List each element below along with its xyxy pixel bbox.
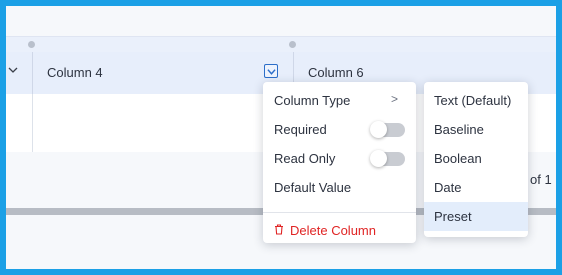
pagination-text: of 1	[530, 172, 552, 187]
submenu-item-text[interactable]: Text (Default)	[424, 86, 528, 115]
required-toggle[interactable]	[370, 121, 405, 138]
column-type-submenu: Text (Default) Baseline Boolean Date Pre…	[424, 82, 528, 237]
column-options-button[interactable]	[264, 64, 278, 78]
table-view: Column 4 Column 6 of 1 Column Type > Req…	[6, 6, 556, 269]
column-drag-handle[interactable]	[28, 41, 35, 48]
column-divider	[32, 94, 33, 152]
menu-item-delete-column[interactable]: Delete Column	[263, 216, 416, 245]
menu-item-label: Delete Column	[290, 223, 376, 238]
submenu-item-baseline[interactable]: Baseline	[424, 115, 528, 144]
menu-divider	[263, 212, 416, 213]
column-divider	[32, 52, 33, 94]
menu-item-default-value[interactable]: Default Value	[263, 173, 416, 202]
menu-item-column-type[interactable]: Column Type >	[263, 86, 416, 115]
submenu-item-label: Text (Default)	[434, 93, 512, 108]
submenu-item-preset[interactable]: Preset	[424, 202, 528, 231]
menu-item-required[interactable]: Required	[263, 115, 416, 144]
submenu-item-boolean[interactable]: Boolean	[424, 144, 528, 173]
column-context-menu: Column Type > Required Read Only Default…	[263, 82, 416, 243]
menu-item-read-only[interactable]: Read Only	[263, 144, 416, 173]
screenshot-frame: Column 4 Column 6 of 1 Column Type > Req…	[0, 0, 562, 275]
top-area	[6, 6, 556, 36]
submenu-item-date[interactable]: Date	[424, 173, 528, 202]
submenu-item-label: Baseline	[434, 122, 484, 137]
column-header-label: Column 4	[47, 65, 103, 80]
toggle-knob	[370, 121, 387, 138]
column-resize-row	[6, 36, 556, 53]
chevron-down-icon	[266, 68, 276, 75]
menu-item-label: Default Value	[274, 180, 352, 195]
toggle-knob	[370, 150, 387, 167]
chevron-down-icon[interactable]	[8, 64, 18, 78]
read-only-toggle[interactable]	[370, 150, 405, 167]
submenu-item-label: Preset	[434, 209, 472, 224]
menu-item-label: Column Type	[274, 93, 351, 108]
submenu-item-label: Date	[434, 180, 462, 195]
menu-item-label: Read Only	[274, 151, 336, 166]
chevron-right-icon: >	[391, 92, 399, 106]
submenu-item-label: Boolean	[434, 151, 482, 166]
column-header-label: Column 6	[308, 65, 364, 80]
column-drag-handle[interactable]	[289, 41, 296, 48]
trash-icon	[275, 224, 283, 235]
menu-item-label: Required	[274, 122, 327, 137]
